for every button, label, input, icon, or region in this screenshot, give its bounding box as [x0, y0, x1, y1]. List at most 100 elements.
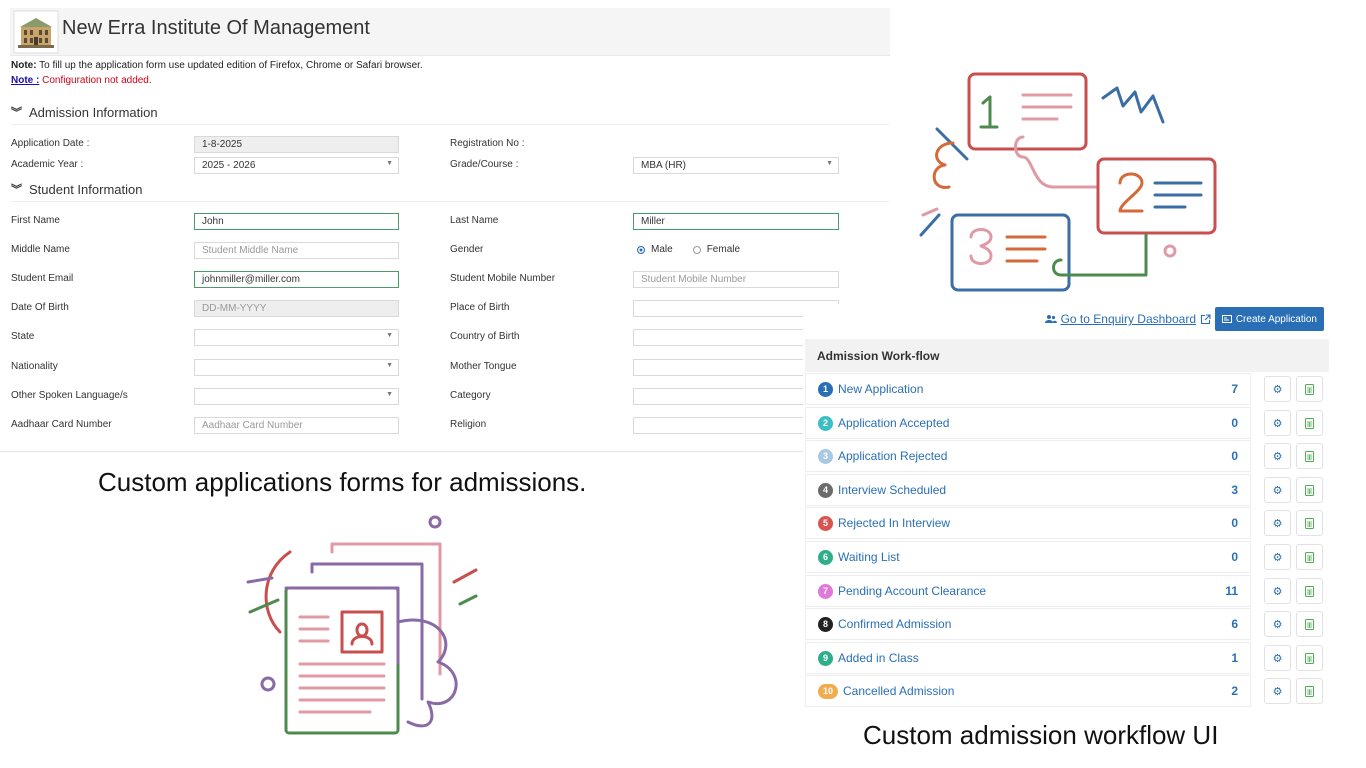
application-date-field[interactable]: 1-8-2025 [194, 136, 399, 153]
stage-label[interactable]: Pending Account Clearance [838, 584, 1225, 598]
stage-export-button[interactable] [1296, 376, 1323, 402]
stage-label[interactable]: Application Accepted [838, 416, 1231, 430]
stage-count: 11 [1225, 584, 1238, 598]
stage-label[interactable]: New Application [838, 382, 1231, 396]
document-illustration-icon [246, 515, 478, 735]
place-of-birth-label: Place of Birth [450, 302, 510, 313]
workflow-stage-row[interactable]: 1 New Application 7 [805, 373, 1251, 405]
stage-settings-button[interactable]: ⚙ [1264, 410, 1291, 436]
grade-course-select[interactable]: MBA (HR) ▼ [633, 157, 839, 174]
workflow-stage-row[interactable]: 2 Application Accepted 0 [805, 407, 1251, 439]
workflow-stage-row[interactable]: 6 Waiting List 0 [805, 541, 1251, 573]
users-icon [1044, 315, 1057, 323]
stage-settings-button[interactable]: ⚙ [1264, 645, 1291, 671]
academic-year-label: Academic Year : [11, 159, 84, 170]
first-name-input[interactable]: John [194, 213, 399, 230]
dob-label: Date Of Birth [11, 302, 69, 313]
enquiry-dashboard-link[interactable]: Go to Enquiry Dashboard [1044, 312, 1211, 326]
spreadsheet-icon [1305, 450, 1314, 462]
religion-label: Religion [450, 419, 487, 430]
stage-settings-button[interactable]: ⚙ [1264, 678, 1291, 704]
stage-export-button[interactable] [1296, 410, 1323, 436]
gender-female-radio[interactable] [692, 245, 701, 254]
stage-label[interactable]: Waiting List [838, 550, 1231, 564]
stage-number-badge: 4 [818, 482, 833, 498]
workflow-illustration-icon [919, 72, 1217, 292]
stage-export-button[interactable] [1296, 510, 1323, 536]
gear-icon: ⚙ [1272, 383, 1283, 396]
stage-settings-button[interactable]: ⚙ [1264, 510, 1291, 536]
building-logo-icon [13, 10, 59, 54]
stage-number-badge: 2 [818, 415, 833, 431]
nationality-select[interactable]: ▼ [194, 359, 399, 376]
stage-number-badge: 10 [818, 683, 838, 699]
student-mobile-input[interactable]: Student Mobile Number [633, 271, 839, 288]
admission-section-header[interactable]: ︾ Admission Information [11, 104, 158, 120]
stage-export-button[interactable] [1296, 544, 1323, 570]
state-label: State [11, 331, 35, 342]
dropdown-caret-icon: ▼ [386, 332, 393, 339]
workflow-stage-row[interactable]: 4 Interview Scheduled 3 [805, 474, 1251, 506]
aadhaar-input[interactable]: Aadhaar Card Number [194, 417, 399, 434]
stage-count: 1 [1231, 651, 1238, 665]
gender-male-label: Male [651, 244, 673, 255]
stage-settings-button[interactable]: ⚙ [1264, 376, 1291, 402]
workflow-stage-row[interactable]: 9 Added in Class 1 [805, 642, 1251, 674]
institute-header: New Erra Institute Of Management [10, 8, 890, 56]
workflow-stage-row[interactable]: 3 Application Rejected 0 [805, 440, 1251, 472]
create-application-button[interactable]: Create Application [1214, 307, 1324, 331]
gear-icon: ⚙ [1272, 517, 1283, 530]
note-link[interactable]: Note : [11, 75, 39, 86]
stage-export-button[interactable] [1296, 678, 1323, 704]
forms-caption: Custom applications forms for admissions… [98, 467, 587, 497]
last-name-input[interactable]: Miller [633, 213, 839, 230]
stage-export-button[interactable] [1296, 645, 1323, 671]
dob-placeholder: DD-MM-YYYY [202, 303, 267, 314]
student-email-input[interactable]: johnmiller@miller.com [194, 271, 399, 288]
workflow-stage-row[interactable]: 5 Rejected In Interview 0 [805, 507, 1251, 539]
stage-label[interactable]: Cancelled Admission [843, 684, 1231, 698]
gear-icon: ⚙ [1272, 551, 1283, 564]
stage-label[interactable]: Confirmed Admission [838, 617, 1231, 631]
dob-input[interactable]: DD-MM-YYYY [194, 300, 399, 317]
stage-settings-button[interactable]: ⚙ [1264, 477, 1291, 503]
first-name-label: First Name [11, 215, 60, 226]
application-form-panel: New Erra Institute Of Management Note: T… [0, 0, 900, 452]
workflow-stage-row[interactable]: 10 Cancelled Admission 2 [805, 675, 1251, 707]
student-mobile-placeholder: Student Mobile Number [641, 274, 747, 285]
stage-export-button[interactable] [1296, 443, 1323, 469]
student-section-header[interactable]: ︾ Student Information [11, 181, 142, 197]
academic-year-select[interactable]: 2025 - 2026 ▼ [194, 157, 399, 174]
stage-label[interactable]: Rejected In Interview [838, 516, 1231, 530]
other-language-select[interactable]: ▼ [194, 388, 399, 405]
stage-settings-button[interactable]: ⚙ [1264, 443, 1291, 469]
student-mobile-label: Student Mobile Number [450, 273, 556, 284]
aadhaar-placeholder: Aadhaar Card Number [202, 420, 303, 431]
workflow-stage-row[interactable]: 7 Pending Account Clearance 11 [805, 575, 1251, 607]
grade-course-value: MBA (HR) [641, 160, 686, 171]
stage-label[interactable]: Added in Class [838, 651, 1231, 665]
state-select[interactable]: ▼ [194, 329, 399, 346]
stage-number-badge: 7 [818, 583, 833, 599]
stage-label[interactable]: Application Rejected [838, 449, 1231, 463]
stage-export-button[interactable] [1296, 578, 1323, 604]
note-text: To fill up the application form use upda… [39, 60, 423, 71]
stage-export-button[interactable] [1296, 477, 1323, 503]
middle-name-input[interactable]: Student Middle Name [194, 242, 399, 259]
workflow-stage-row[interactable]: 8 Confirmed Admission 6 [805, 608, 1251, 640]
gear-icon: ⚙ [1272, 652, 1283, 665]
note-label: Note: [11, 60, 37, 71]
stage-label[interactable]: Interview Scheduled [838, 483, 1231, 497]
stage-settings-button[interactable]: ⚙ [1264, 578, 1291, 604]
nationality-label: Nationality [11, 361, 58, 372]
chevron-double-down-icon: ︾ [11, 184, 22, 196]
external-link-icon [1200, 313, 1211, 324]
stage-export-button[interactable] [1296, 611, 1323, 637]
gear-icon: ⚙ [1272, 685, 1283, 698]
stage-settings-button[interactable]: ⚙ [1264, 544, 1291, 570]
stage-number-badge: 3 [818, 448, 833, 464]
spreadsheet-icon [1305, 417, 1314, 429]
dropdown-caret-icon: ▼ [386, 362, 393, 369]
gender-male-radio[interactable] [637, 245, 645, 254]
stage-settings-button[interactable]: ⚙ [1264, 611, 1291, 637]
